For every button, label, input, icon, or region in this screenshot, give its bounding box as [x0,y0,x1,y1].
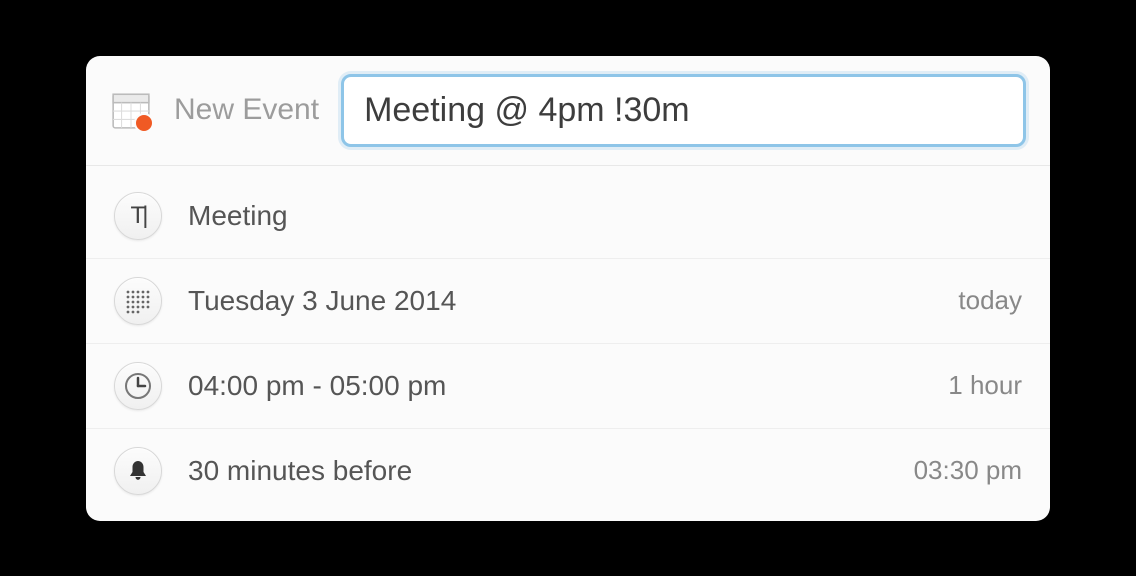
calendar-grid-icon [114,277,162,325]
date-row[interactable]: Tuesday 3 June 2014 today [86,258,1050,343]
title-row[interactable]: T| Meeting [86,174,1050,258]
alert-value: 30 minutes before [188,455,888,487]
time-duration: 1 hour [948,370,1022,401]
bell-icon [114,447,162,495]
new-event-label: New Event [174,93,319,127]
clock-icon [114,362,162,410]
event-details-list: T| Meeting Tuesday 3 June 2014 today [86,166,1050,521]
calendar-icon [110,89,152,131]
panel-header: New Event [86,56,1050,166]
alert-row[interactable]: 30 minutes before 03:30 pm [86,428,1050,513]
title-value: Meeting [188,200,1022,232]
alert-time: 03:30 pm [914,455,1022,486]
time-value: 04:00 pm - 05:00 pm [188,370,922,402]
date-relative: today [958,285,1022,316]
calendar-color-dot [134,113,154,133]
new-event-panel: New Event T| Meeting Tuesday 3 June [86,56,1050,521]
time-row[interactable]: 04:00 pm - 05:00 pm 1 hour [86,343,1050,428]
event-title-input[interactable] [341,74,1026,147]
text-cursor-icon: T| [114,192,162,240]
date-value: Tuesday 3 June 2014 [188,285,932,317]
